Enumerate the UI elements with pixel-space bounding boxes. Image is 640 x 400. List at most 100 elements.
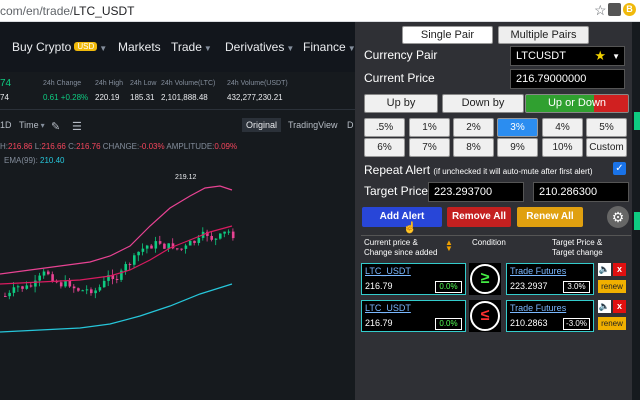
delete-alert-icon[interactable]: x [613,263,626,276]
alert-target-price: 210.2863 [510,318,548,328]
candle-body [231,231,235,239]
repeat-alert-checkbox[interactable]: ✓ [613,162,626,175]
candle-body [115,279,119,281]
col-target-line1: Target Price & [552,238,603,247]
target-price-down-input[interactable]: 210.286300 [533,182,629,202]
time-menu[interactable]: Time ▾ [19,120,45,130]
less-equal-icon: ≤ [470,301,500,331]
percent-9[interactable]: 9% [497,138,538,157]
currency-pair-value: LTCUSDT [516,50,566,62]
repeat-alert-row: Repeat Alert (if unchecked it will auto-… [364,163,593,177]
bookmark-star-icon[interactable]: ☆ [594,2,607,19]
alert-target-price: 223.2937 [510,281,548,291]
percent-3[interactable]: 3% [497,118,538,137]
candle-body [180,248,183,250]
percent-10[interactable]: 10% [542,138,583,157]
candle-body [141,248,145,252]
url-pair: LTC_USDT [73,4,135,18]
chevron-down-icon: ▼ [612,52,620,61]
edge-marker [634,212,640,230]
change-value: 0.61 +0.28% [43,93,89,102]
chart-toolbar: 1D Time ▾ ✎ ☰ Original TradingView D [0,110,355,140]
candle-body [72,286,76,289]
down-by-button[interactable]: Down by [442,94,524,113]
price-alert-extension-icon[interactable]: B [623,3,636,16]
nav-finance[interactable]: Finance ▼ [303,40,356,54]
candle-body [227,231,231,233]
percent-6[interactable]: 6% [364,138,405,157]
candle-body [124,264,127,271]
candle-body [98,287,102,291]
ohlc-change-label: CHANGE: [102,142,140,151]
url-prefix: com/en/trade/ [0,4,74,18]
renew-all-button[interactable]: Renew All [517,207,583,227]
percent-5[interactable]: 5% [586,118,627,137]
remove-all-button[interactable]: Remove All [447,207,511,227]
ohlc-l-value: 216.66 [41,142,66,151]
settings-gear-icon[interactable]: ⚙ [607,206,629,228]
candle-body [90,289,93,294]
alert-change-since-added: 0.0% [435,318,462,330]
last-price-usd: 74 [0,93,9,102]
nav-trade[interactable]: Trade ▼ [171,40,212,54]
interval-1d[interactable]: 1D [0,120,12,130]
browser-toolbar: com/en/trade/LTC_USDT ☆ B [0,0,640,22]
currency-pair-select[interactable]: LTCUSDT ★ ▼ [510,46,625,66]
percent-7[interactable]: 7% [409,138,450,157]
nav-derivatives[interactable]: Derivatives ▼ [225,40,294,54]
extension-icon[interactable] [608,3,621,16]
delete-alert-icon[interactable]: x [613,300,626,313]
ticker-stats: 74 74 24h Change 0.61 +0.28% 24h High 22… [0,72,355,110]
trade-futures-link[interactable]: Trade Futures [510,303,566,313]
price-alert-panel: Single Pair Multiple Pairs Currency Pair… [355,22,640,400]
currency-pair-label: Currency Pair [364,48,438,62]
percent-8[interactable]: 8% [453,138,494,157]
current-price-label: Current Price [364,71,435,85]
renew-alert-button[interactable]: renew [598,317,626,330]
candle-body [163,243,166,249]
view-original[interactable]: Original [242,118,282,132]
favorite-star-icon[interactable]: ★ [594,47,606,65]
view-tradingview[interactable]: TradingView [288,120,338,130]
chevron-down-icon: ▼ [203,44,212,53]
mute-speaker-icon[interactable]: 🔈 [598,263,611,276]
trade-futures-link[interactable]: Trade Futures [510,266,566,276]
candlestick-chart[interactable]: 219.12 [0,166,355,400]
alert-pair-link[interactable]: LTC_USDT [365,266,411,276]
alert-pair-link[interactable]: LTC_USDT [365,303,411,313]
candle-body [158,241,162,244]
alert-condition-cell: ≥ [469,263,501,295]
sort-icon[interactable]: ▲ ▼ [445,239,453,253]
alert-row: LTC_USDT 216.79 0.0% ≤ Trade Futures 210… [361,300,631,332]
indicators-sliders-icon[interactable]: ☰ [72,120,82,133]
add-alert-button[interactable]: Add Alert [362,207,442,227]
tab-single-pair[interactable]: Single Pair [402,26,493,44]
candle-body [47,271,50,275]
ohlc-c-label: C: [68,142,77,151]
percent-1[interactable]: 1% [409,118,450,137]
alert-current-cell: LTC_USDT 216.79 0.0% [361,300,466,332]
candle-body [68,280,72,287]
view-depth[interactable]: D [347,120,354,130]
tab-multiple-pairs[interactable]: Multiple Pairs [498,26,589,44]
mute-speaker-icon[interactable]: 🔈 [598,300,611,313]
draw-pencil-icon[interactable]: ✎ [51,120,60,133]
target-price-up-input[interactable]: 223.293700 [428,182,524,202]
percent-4[interactable]: 4% [542,118,583,137]
address-bar[interactable]: com/en/trade/LTC_USDT [0,4,135,18]
chevron-down-icon: ▼ [286,44,295,53]
up-by-button[interactable]: Up by [364,94,438,113]
up-or-down-button[interactable]: Up or Down [525,94,629,113]
hand-cursor-icon: ☝ [403,222,417,234]
candle-body [188,240,192,246]
nav-markets[interactable]: Markets [118,40,161,54]
percent-custom[interactable]: Custom [586,138,627,157]
renew-alert-button[interactable]: renew [598,280,626,293]
candle-body [4,296,7,297]
nav-buy-crypto[interactable]: Buy Crypto USD ▼ [12,40,107,54]
percent-2[interactable]: 2% [453,118,494,137]
candles [4,227,235,300]
change-label: 24h Change [43,80,82,87]
percent-0-5[interactable]: .5% [364,118,405,137]
nav-trade-label: Trade [171,40,202,54]
